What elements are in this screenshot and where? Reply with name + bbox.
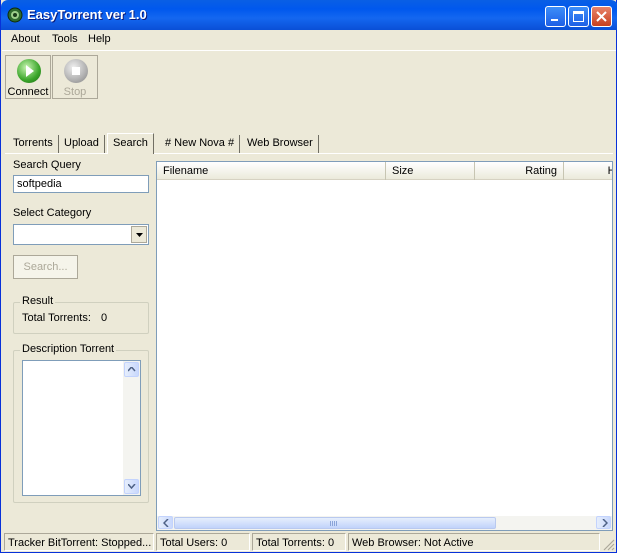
tab-search[interactable]: Search (107, 133, 154, 154)
play-icon (17, 59, 41, 83)
minimize-button[interactable] (545, 6, 566, 27)
connect-button[interactable]: Connect (5, 55, 51, 99)
column-filename[interactable]: Filename (157, 162, 386, 180)
status-browser: Web Browser: Not Active (348, 533, 600, 551)
stop-icon (64, 59, 88, 83)
minimize-icon (551, 19, 558, 21)
title-bar[interactable]: EasyTorrent ver 1.0 (1, 0, 617, 30)
scroll-left-button[interactable] (158, 516, 173, 529)
total-torrents-label: Total Torrents: (22, 312, 91, 324)
description-group: Description Torrent (13, 343, 149, 503)
results-header: Filename Size Rating Hi (157, 162, 612, 180)
description-textarea[interactable] (22, 360, 141, 496)
category-label: Select Category (13, 207, 92, 219)
scroll-thumb[interactable] (174, 517, 496, 529)
scroll-down-button[interactable] (124, 479, 139, 494)
tab-new-nova[interactable]: # New Nova # (160, 135, 241, 153)
scroll-right-button[interactable] (596, 516, 611, 529)
connect-label: Connect (7, 86, 49, 98)
total-torrents-value: 0 (101, 312, 108, 324)
results-hscrollbar[interactable] (157, 516, 612, 530)
column-hits[interactable]: Hi (564, 162, 612, 180)
chevron-right-icon (602, 519, 608, 527)
chevron-down-icon (136, 233, 143, 237)
chevron-up-icon (128, 367, 136, 372)
app-icon (7, 7, 23, 23)
close-button[interactable] (591, 6, 612, 27)
result-title: Result (20, 295, 56, 307)
result-group: Result Total Torrents: 0 (13, 295, 149, 334)
chevron-down-icon (128, 484, 136, 489)
maximize-button[interactable] (568, 6, 589, 27)
tab-upload[interactable]: Upload (59, 135, 105, 153)
status-bar: Tracker BitTorrent: Stopped... Total Use… (2, 532, 616, 552)
stop-button[interactable]: Stop (52, 55, 98, 99)
column-size[interactable]: Size (386, 162, 475, 180)
column-rating[interactable]: Rating (475, 162, 564, 180)
description-title: Description Torrent (20, 343, 117, 355)
description-scrollbar[interactable] (123, 361, 140, 495)
chevron-left-icon (163, 519, 169, 527)
menu-about[interactable]: About (11, 33, 40, 45)
category-select[interactable] (13, 224, 149, 245)
grip-icon (330, 521, 338, 526)
close-icon (596, 11, 607, 22)
search-query-label: Search Query (13, 159, 81, 171)
search-query-input[interactable]: softpedia (13, 175, 149, 193)
app-window: EasyTorrent ver 1.0 About Tools Help Con… (0, 0, 617, 553)
tab-web-browser[interactable]: Web Browser (242, 135, 319, 153)
stop-label: Stop (63, 86, 87, 98)
window-title: EasyTorrent ver 1.0 (27, 7, 147, 22)
tab-strip: Torrents Upload Search # New Nova # Web … (5, 133, 615, 154)
search-button[interactable]: Search... (13, 255, 78, 279)
status-tracker: Tracker BitTorrent: Stopped... (4, 533, 154, 551)
tab-torrents[interactable]: Torrents (8, 135, 59, 153)
results-list[interactable]: Filename Size Rating Hi (156, 161, 613, 531)
toolbar: Connect Stop (2, 50, 616, 100)
menu-bar: About Tools Help (2, 30, 616, 49)
menu-tools[interactable]: Tools (52, 33, 78, 45)
maximize-icon (573, 11, 584, 22)
status-users: Total Users: 0 (156, 533, 250, 551)
menu-help[interactable]: Help (88, 33, 111, 45)
scroll-up-button[interactable] (124, 362, 139, 377)
tab-divider (5, 153, 613, 154)
status-torrents: Total Torrents: 0 (252, 533, 346, 551)
resize-grip-icon[interactable] (603, 539, 615, 551)
dropdown-button[interactable] (131, 226, 147, 243)
